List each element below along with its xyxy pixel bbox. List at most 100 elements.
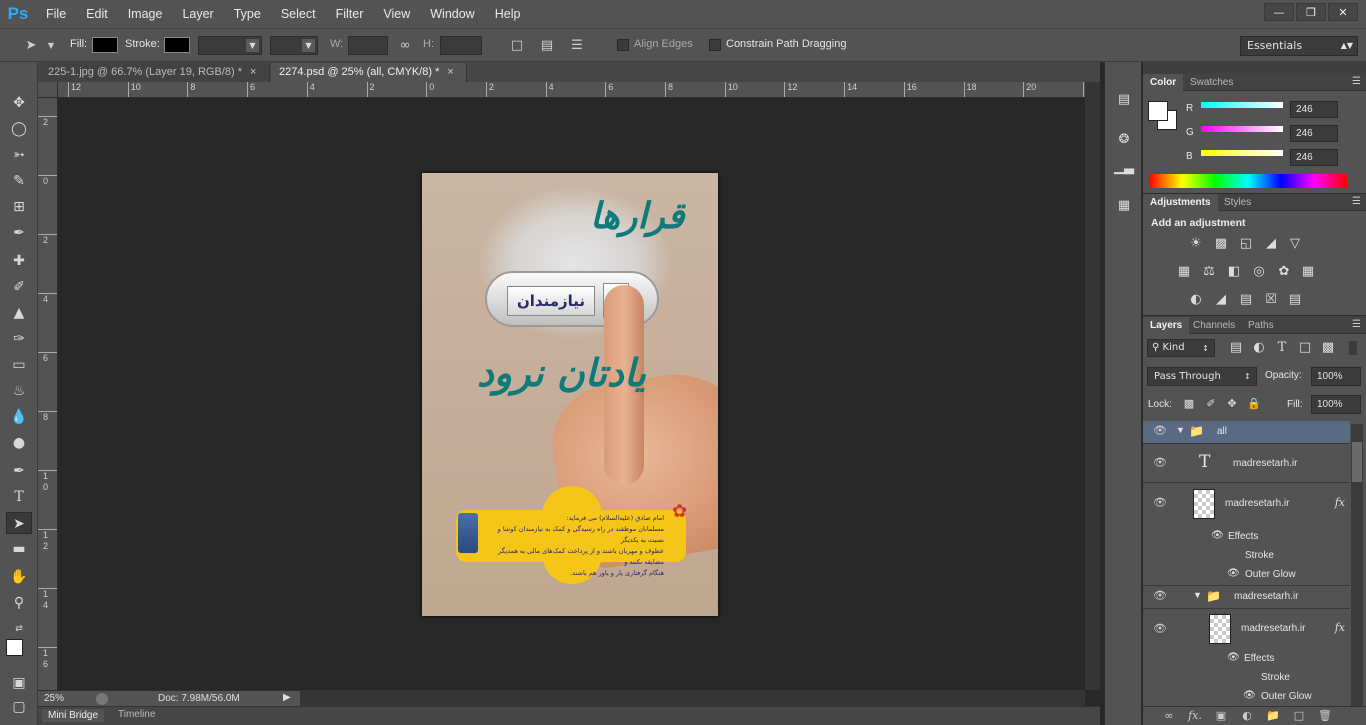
path-selection-tool-icon[interactable]: ➤ (6, 512, 32, 534)
rectangle-tool-icon[interactable]: ▬ (6, 538, 32, 560)
hand-tool-icon[interactable]: ✋ (6, 566, 32, 588)
layers-scrollbar[interactable] (1351, 424, 1363, 706)
properties-icon[interactable]: ▦ (1114, 196, 1134, 216)
zoom-level[interactable]: 25% (44, 693, 64, 704)
effects-row[interactable]: 👁 Effects (1143, 527, 1350, 547)
close-icon[interactable]: × (447, 66, 453, 78)
constrain-path-checkbox[interactable] (709, 39, 721, 51)
posterize-icon[interactable]: ◢ (1211, 291, 1231, 309)
new-group-icon[interactable]: 📁 (1265, 709, 1281, 723)
effect-row-stroke[interactable]: Stroke (1143, 668, 1350, 688)
threshold-icon[interactable]: ▤ (1236, 291, 1256, 309)
dodge-tool-icon[interactable]: ● (6, 432, 32, 454)
eye-icon[interactable]: 👁 (1153, 589, 1167, 603)
zoom-tool-icon[interactable]: ⚲ (6, 592, 32, 614)
clone-stamp-tool-icon[interactable]: ▲ (6, 302, 32, 324)
tab-mini-bridge[interactable]: Mini Bridge (42, 709, 105, 722)
pen-tool-icon[interactable]: ✒ (6, 460, 32, 482)
panel-menu-icon[interactable]: ☰ (1352, 319, 1361, 330)
horizontal-ruler[interactable]: 121086420246810121416182022 (58, 82, 1085, 98)
eraser-tool-icon[interactable]: ▭ (6, 354, 32, 376)
stroke-width-dropdown[interactable]: ▼ (198, 36, 262, 55)
selective-color-icon[interactable]: ☒ (1261, 291, 1281, 309)
fill-swatch[interactable] (92, 37, 118, 53)
levels-icon[interactable]: ▩ (1211, 235, 1231, 253)
navigator-icon[interactable]: ❂ (1114, 130, 1134, 150)
foreground-color-swatch[interactable] (1148, 101, 1168, 121)
swap-colors-icon[interactable]: ⇄ (6, 618, 32, 640)
eye-icon[interactable]: 👁 (1153, 622, 1167, 636)
lock-all-icon[interactable]: 🔒 (1244, 395, 1264, 413)
quick-mask-icon[interactable]: ▣ (6, 672, 32, 694)
layer-row-text[interactable]: 👁 T madresetarh.ir (1143, 444, 1350, 482)
stroke-swatch[interactable] (164, 37, 190, 53)
blend-mode-dropdown[interactable]: Pass Through ↕ (1147, 367, 1257, 386)
filter-adjustment-icon[interactable]: ◐ (1249, 339, 1269, 357)
filter-toggle[interactable] (1349, 341, 1357, 355)
effects-row[interactable]: 👁 Effects (1143, 649, 1350, 669)
width-field[interactable] (348, 36, 388, 55)
menu-help[interactable]: Help (485, 0, 531, 28)
tool-preset-chevron-icon[interactable]: ▼ (42, 37, 60, 55)
eye-icon[interactable]: 👁 (1227, 568, 1240, 579)
crop-tool-icon[interactable]: ⊞ (6, 196, 32, 218)
channel-mixer-icon[interactable]: ✿ (1274, 263, 1294, 281)
delete-layer-icon[interactable]: 🗑 (1317, 709, 1333, 723)
menu-type[interactable]: Type (224, 0, 271, 28)
eyedropper-tool-icon[interactable]: ✒ (6, 222, 32, 244)
fx-icon[interactable]: fx (1335, 496, 1345, 509)
channel-g-slider[interactable] (1201, 126, 1283, 132)
layers-scrollbar-thumb[interactable] (1352, 442, 1362, 482)
path-alignment-icon[interactable]: ▤ (538, 37, 556, 55)
vertical-ruler[interactable]: 2 0 2 4 6 8 1 0 1 2 1 4 1 6 (38, 98, 58, 690)
tab-adjustments[interactable]: Adjustments (1143, 194, 1218, 211)
stroke-type-dropdown[interactable]: ▼ (270, 36, 318, 55)
tab-timeline[interactable]: Timeline (118, 709, 155, 720)
height-field[interactable] (440, 36, 482, 55)
status-menu-arrow-icon[interactable]: ▶ (283, 692, 291, 703)
path-operations-icon[interactable]: □ (508, 37, 526, 55)
tab-styles[interactable]: Styles (1217, 194, 1258, 211)
move-tool-icon[interactable]: ✥ (6, 92, 32, 114)
panel-menu-icon[interactable]: ☰ (1352, 76, 1361, 87)
filter-shape-icon[interactable]: □ (1295, 339, 1315, 357)
history-brush-tool-icon[interactable]: ✑ (6, 328, 32, 350)
effect-row-outer-glow[interactable]: 👁 Outer Glow (1143, 565, 1350, 585)
paint-bucket-tool-icon[interactable]: ♨ (6, 380, 32, 402)
new-adjustment-icon[interactable]: ◐ (1239, 709, 1255, 723)
link-icon[interactable]: ∞ (396, 37, 414, 55)
path-selection-tool-icon[interactable]: ➤ (22, 37, 40, 55)
curves-icon[interactable]: ◱ (1236, 235, 1256, 253)
panel-menu-icon[interactable]: ☰ (1352, 196, 1361, 207)
filter-pixel-icon[interactable]: ▤ (1226, 339, 1246, 357)
align-edges-checkbox[interactable] (617, 39, 629, 51)
marquee-tool-icon[interactable]: ◯ (6, 118, 32, 140)
layer-row-pixel[interactable]: 👁 madresetarh.ir fx (1143, 609, 1350, 649)
lock-image-icon[interactable]: ✐ (1201, 395, 1221, 413)
black-white-icon[interactable]: ◧ (1224, 263, 1244, 281)
quick-selection-tool-icon[interactable]: ✎ (6, 170, 32, 192)
fill-field[interactable]: 100% (1311, 395, 1361, 414)
type-tool-icon[interactable]: T (6, 486, 32, 508)
invert-icon[interactable]: ◐ (1186, 291, 1206, 309)
brush-tool-icon[interactable]: ✐ (6, 276, 32, 298)
fx-icon[interactable]: fx (1335, 621, 1345, 634)
tab-channels[interactable]: Channels (1186, 317, 1242, 334)
tab-225-1[interactable]: 225-1.jpg @ 66.7% (Layer 19, RGB/8) * × (40, 63, 270, 82)
channel-g-value[interactable]: 246 (1290, 125, 1338, 142)
menu-layer[interactable]: Layer (172, 0, 223, 28)
minimize-icon[interactable]: — (1264, 3, 1294, 21)
layer-row-group-all[interactable]: 👁 ▼ 📁 all (1143, 421, 1350, 443)
vibrance-icon[interactable]: ▽ (1285, 235, 1305, 253)
tab-color[interactable]: Color (1143, 74, 1184, 91)
ruler-origin[interactable] (38, 82, 58, 98)
status-info-icon[interactable] (96, 693, 108, 705)
eye-icon[interactable]: 👁 (1153, 496, 1167, 510)
link-layers-icon[interactable]: ∞ (1161, 709, 1177, 723)
menu-filter[interactable]: Filter (326, 0, 374, 28)
horizontal-scrollbar[interactable] (300, 690, 1085, 706)
menu-edit[interactable]: Edit (76, 0, 118, 28)
channel-r-value[interactable]: 246 (1290, 101, 1338, 118)
eye-icon[interactable]: 👁 (1243, 690, 1256, 701)
restore-icon[interactable]: ❐ (1296, 3, 1326, 21)
